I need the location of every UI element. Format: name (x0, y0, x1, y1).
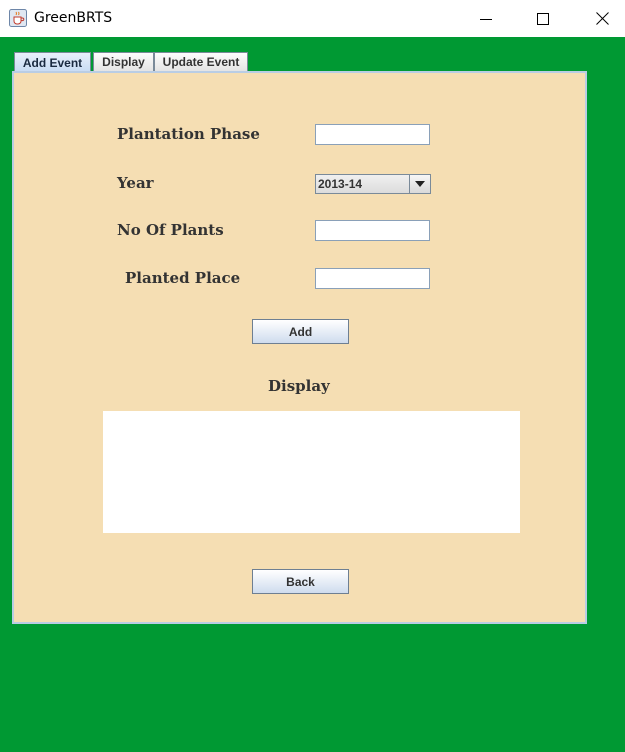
display-heading: Display (268, 377, 330, 395)
display-text-area[interactable] (103, 411, 520, 533)
add-event-panel: Plantation Phase Year 2013-14 No Of Plan… (12, 71, 587, 624)
java-cup-icon (9, 9, 27, 27)
year-select[interactable]: 2013-14 (315, 174, 431, 194)
plantation-phase-input[interactable] (315, 124, 430, 145)
maximize-icon (537, 12, 549, 25)
minimize-icon (480, 18, 492, 20)
maximize-button[interactable] (520, 0, 566, 37)
no-of-plants-input[interactable] (315, 220, 430, 241)
window-title: GreenBRTS (34, 10, 113, 26)
year-label: Year (117, 174, 154, 192)
tab-display[interactable]: Display (93, 52, 154, 71)
minimize-button[interactable] (463, 0, 509, 37)
close-icon (595, 12, 609, 25)
chevron-down-icon[interactable] (409, 175, 430, 193)
add-button[interactable]: Add (252, 319, 349, 344)
title-bar: GreenBRTS (0, 0, 625, 37)
back-button[interactable]: Back (252, 569, 349, 594)
tab-add-event[interactable]: Add Event (14, 52, 91, 72)
no-of-plants-label: No Of Plants (117, 221, 224, 239)
planted-place-label: Planted Place (125, 269, 241, 287)
year-selected-value: 2013-14 (318, 177, 363, 191)
planted-place-input[interactable] (315, 268, 430, 289)
close-button[interactable] (579, 0, 625, 37)
plantation-phase-label: Plantation Phase (117, 125, 260, 143)
tab-update-event[interactable]: Update Event (154, 52, 248, 71)
